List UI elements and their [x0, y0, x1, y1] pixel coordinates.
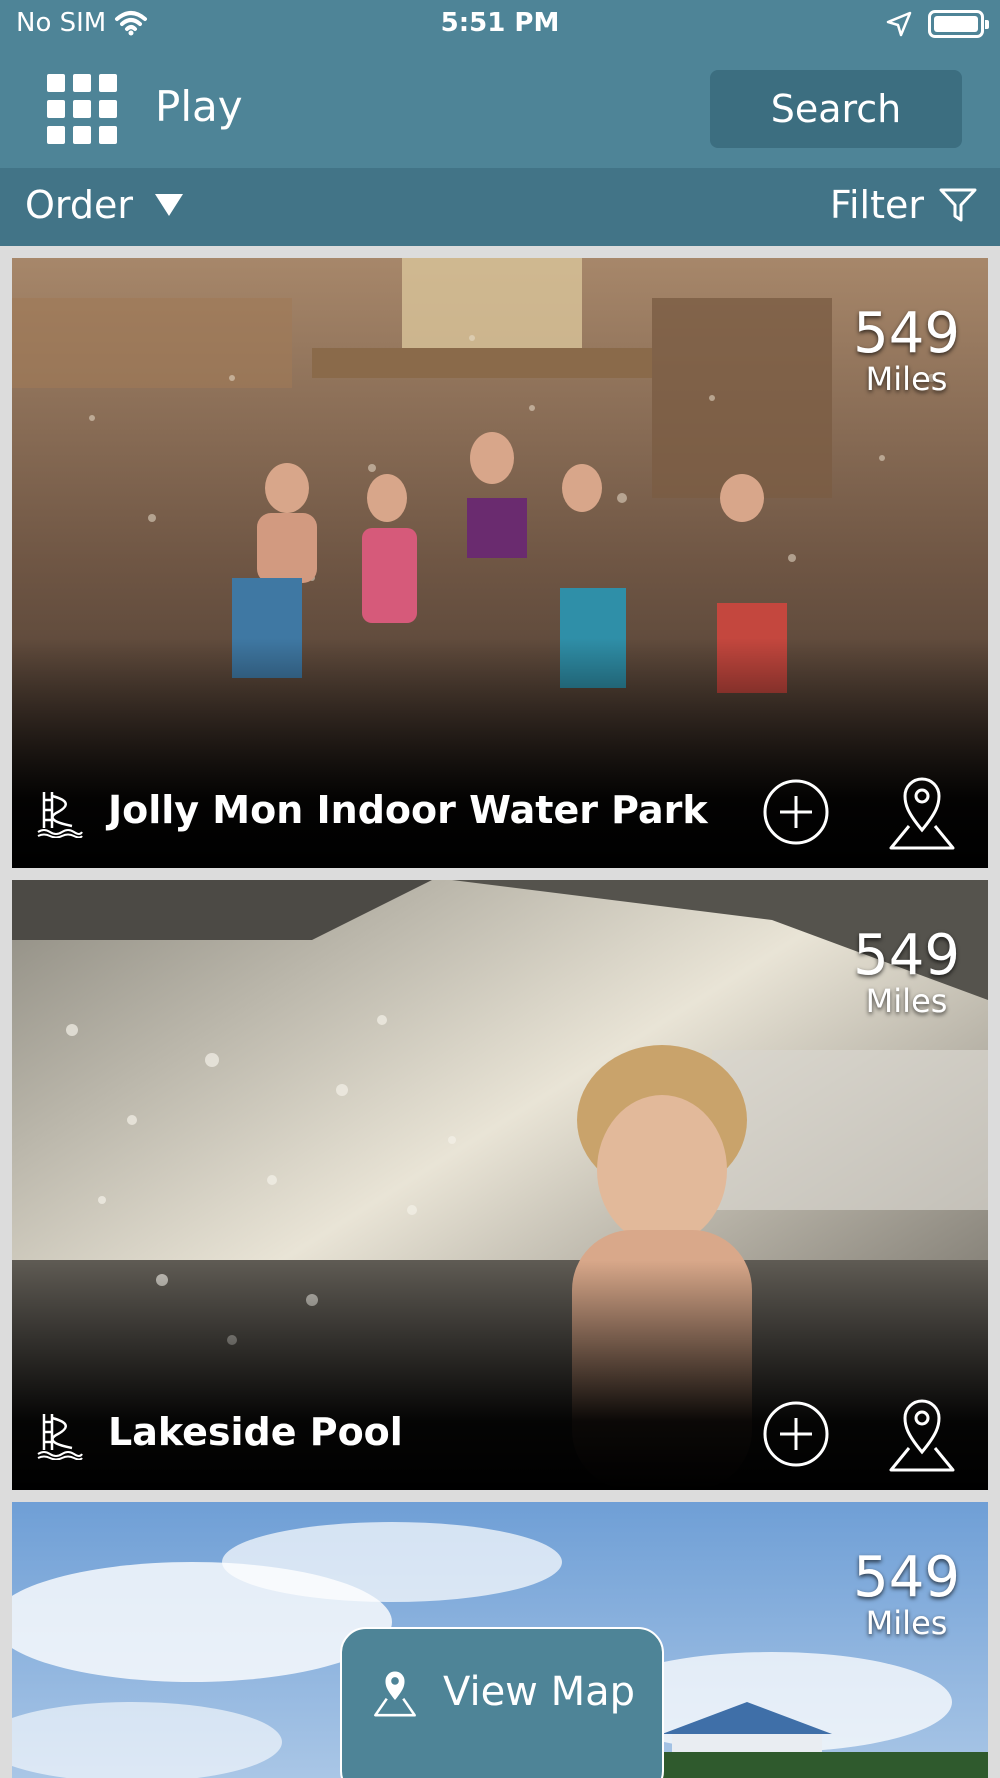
distance-badge: 549 Miles — [853, 301, 960, 398]
sort-filter-bar: Order Filter — [0, 168, 1000, 246]
distance-unit: Miles — [865, 1604, 948, 1642]
map-pin-icon[interactable] — [887, 772, 957, 854]
distance-value: 549 — [853, 301, 960, 366]
add-circle-icon[interactable] — [762, 778, 830, 846]
card-title: Jolly Mon Indoor Water Park — [108, 788, 708, 832]
card-footer: Jolly Mon Indoor Water Park — [12, 758, 988, 868]
distance-value: 549 — [853, 1545, 960, 1610]
order-label: Order — [25, 183, 133, 227]
add-circle-icon[interactable] — [762, 1400, 830, 1468]
search-button[interactable]: Search — [710, 70, 962, 148]
page-title: Play — [155, 82, 243, 131]
battery-icon — [928, 10, 989, 38]
status-time: 5:51 PM — [440, 8, 560, 38]
location-arrow-icon — [886, 11, 912, 37]
distance-badge: 549 Miles — [853, 923, 960, 1020]
distance-badge: 549 Miles — [853, 1545, 960, 1642]
order-dropdown[interactable]: Order — [25, 183, 183, 227]
grid-menu-icon[interactable] — [47, 74, 117, 144]
waterslide-icon — [37, 792, 83, 838]
view-map-label: View Map — [442, 1669, 636, 1715]
card-footer: Lakeside Pool — [12, 1380, 988, 1490]
distance-unit: Miles — [865, 360, 948, 398]
map-pin-icon[interactable] — [887, 1394, 957, 1476]
filter-label: Filter — [829, 183, 924, 227]
view-map-button[interactable]: View Map — [340, 1627, 664, 1778]
nav-bar: Play Search — [0, 50, 1000, 168]
status-right — [886, 10, 989, 38]
distance-unit: Miles — [865, 982, 948, 1020]
activity-card[interactable]: 549 Miles Jolly Mon Indoor Water Park — [12, 258, 988, 868]
card-title: Lakeside Pool — [108, 1410, 403, 1454]
filter-button[interactable]: Filter — [830, 183, 978, 227]
map-pin-icon — [374, 1671, 416, 1717]
caret-down-icon — [155, 194, 183, 216]
funnel-icon — [939, 188, 977, 222]
distance-value: 549 — [853, 923, 960, 988]
status-bar: No SIM 5:51 PM — [0, 0, 1000, 50]
activity-card[interactable]: 549 Miles Lakeside Pool — [12, 880, 988, 1490]
waterslide-icon — [37, 1414, 83, 1460]
